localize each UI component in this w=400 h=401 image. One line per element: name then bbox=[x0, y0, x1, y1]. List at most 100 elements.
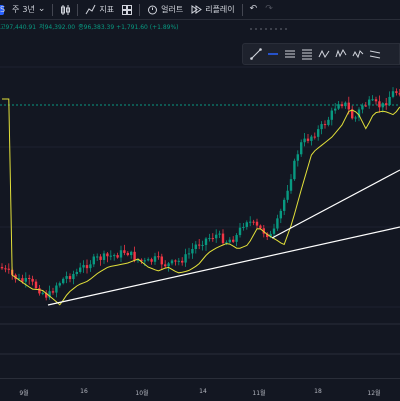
candle-body bbox=[62, 278, 65, 284]
fib-tool[interactable] bbox=[298, 45, 315, 63]
layout-button[interactable] bbox=[118, 0, 136, 19]
candle-body bbox=[0, 267, 4, 269]
candle-body bbox=[130, 251, 133, 256]
candle-body bbox=[296, 154, 299, 161]
candle-body bbox=[337, 104, 340, 109]
candle-body bbox=[170, 260, 174, 264]
candle-body bbox=[201, 244, 204, 246]
ohlc-legend: 고97,440.91 저94,392.00 종96,383.39 +1,791.… bbox=[0, 22, 179, 32]
candle-body bbox=[238, 227, 242, 236]
candles-icon bbox=[61, 4, 71, 15]
candle-body bbox=[174, 260, 177, 262]
candle-body bbox=[218, 233, 221, 235]
candle-body bbox=[300, 142, 303, 155]
redo-icon: ↷ bbox=[265, 4, 273, 14]
channel-icon bbox=[369, 50, 380, 59]
candle-body bbox=[38, 288, 41, 294]
candle-body bbox=[181, 260, 184, 263]
candle-body bbox=[327, 119, 330, 125]
grid bbox=[0, 66, 400, 355]
candle-body bbox=[187, 253, 191, 255]
candle-body bbox=[388, 96, 391, 106]
redo-button[interactable]: ↷ bbox=[261, 0, 277, 19]
candle-body bbox=[340, 104, 344, 107]
parallel-channel-tool[interactable] bbox=[281, 45, 298, 63]
candle-body bbox=[194, 244, 197, 249]
candle-body bbox=[4, 268, 7, 270]
candle-body bbox=[293, 160, 296, 180]
trendline-icon bbox=[249, 48, 262, 60]
interval-button[interactable]: 주 3년 ⌄ bbox=[8, 0, 49, 19]
candle-body bbox=[204, 238, 208, 245]
time-axis-label: 14 bbox=[199, 388, 207, 395]
candle-body bbox=[147, 259, 150, 261]
candle-body bbox=[289, 179, 293, 191]
alarm-icon bbox=[148, 5, 158, 15]
candle-body bbox=[55, 285, 58, 293]
replay-label: 리플레이 bbox=[205, 5, 235, 14]
candle-body bbox=[368, 99, 371, 106]
ohlc-high: 고97,440.91 bbox=[0, 24, 37, 31]
parallel-channel-icon bbox=[284, 50, 295, 58]
candle-body bbox=[119, 250, 123, 258]
candle-body bbox=[106, 253, 109, 257]
candle-body bbox=[150, 259, 153, 262]
candle-body bbox=[7, 268, 10, 270]
horizontal-line-tool[interactable] bbox=[264, 45, 281, 63]
candle-body bbox=[72, 274, 75, 280]
candle-body bbox=[58, 283, 61, 286]
chart-type-button[interactable] bbox=[56, 0, 74, 19]
candle-body bbox=[211, 238, 214, 240]
candle-body bbox=[306, 138, 310, 141]
ohlc-low: 저94,392.00 bbox=[39, 24, 76, 31]
chevron-down-icon: ⌄ bbox=[37, 4, 46, 14]
symbol-avatar[interactable]: S bbox=[0, 0, 8, 19]
undo-icon: ↶ bbox=[249, 4, 258, 14]
range-label: 3년 bbox=[22, 5, 35, 14]
candle-body bbox=[79, 267, 82, 272]
zigzag-tool[interactable] bbox=[315, 45, 332, 63]
candle-body bbox=[242, 226, 245, 228]
replay-button[interactable]: 리플레이 bbox=[187, 0, 238, 19]
trendline-tool[interactable] bbox=[247, 45, 264, 63]
candle-body bbox=[123, 250, 126, 253]
wave-icon bbox=[352, 50, 363, 59]
candle-body bbox=[34, 281, 38, 289]
candle-body bbox=[215, 234, 218, 239]
candle-body bbox=[286, 190, 289, 200]
alert-button[interactable]: 얼러트 bbox=[143, 0, 187, 19]
time-axis-label: 11월 bbox=[252, 390, 266, 397]
time-axis-label: 9월 bbox=[19, 390, 29, 397]
candle-body bbox=[167, 263, 170, 267]
candle-body bbox=[160, 256, 163, 265]
candle-body bbox=[164, 264, 167, 267]
candle-body bbox=[255, 221, 259, 226]
drawing-toolbar bbox=[242, 43, 400, 65]
indicators-button[interactable]: 지표 bbox=[81, 0, 118, 19]
candle-body bbox=[208, 238, 211, 240]
alert-label: 얼러트 bbox=[161, 5, 184, 14]
candle-body bbox=[102, 253, 106, 260]
channel-tool[interactable] bbox=[366, 45, 383, 63]
top-toolbar: S 주 3년 ⌄ 지표 얼러트 리플레이 ↶ ↷ bbox=[0, 0, 400, 20]
candle-body bbox=[184, 254, 187, 263]
candle-body bbox=[65, 276, 68, 279]
candle-body bbox=[330, 110, 333, 120]
candle-body bbox=[221, 233, 225, 244]
pattern-icon bbox=[335, 48, 346, 58]
candle-body bbox=[279, 210, 282, 219]
time-axis[interactable]: 9월 16 10월 14 11월 18 12월 bbox=[0, 378, 400, 401]
price-chart[interactable] bbox=[0, 19, 400, 378]
symbol-initial: S bbox=[0, 4, 6, 15]
toolbar-divider bbox=[77, 3, 79, 16]
candle-body bbox=[361, 105, 364, 110]
drag-handle[interactable] bbox=[250, 28, 287, 30]
candle-body bbox=[92, 256, 95, 265]
candle-body bbox=[303, 138, 306, 143]
pattern-tool[interactable] bbox=[332, 45, 349, 63]
wave-tool[interactable] bbox=[349, 45, 366, 63]
candlestick-series bbox=[0, 87, 400, 301]
candle-body bbox=[272, 228, 276, 234]
undo-button[interactable]: ↶ bbox=[246, 0, 262, 19]
candle-body bbox=[89, 264, 92, 269]
